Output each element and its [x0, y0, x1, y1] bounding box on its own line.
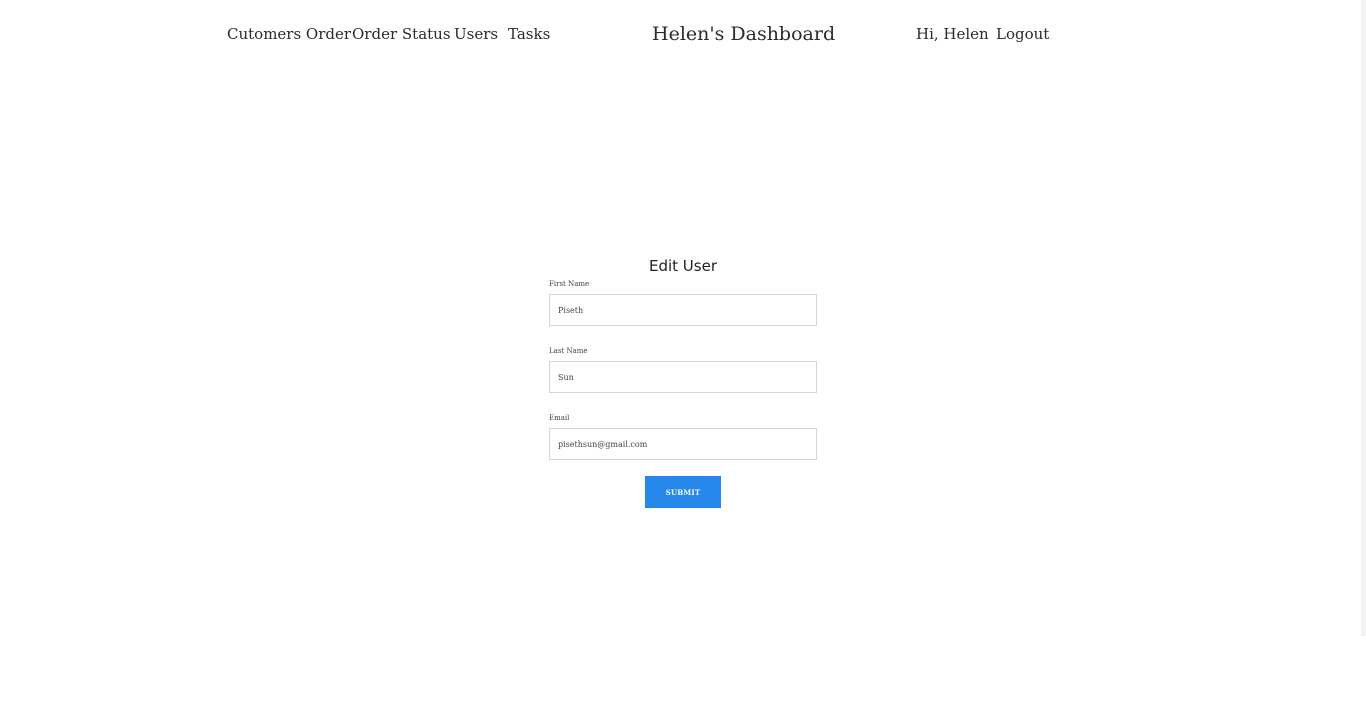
nav-link-users[interactable]: Users [454, 22, 498, 46]
top-navigation: Cutomers Order Order Status Users Tasks … [0, 22, 1366, 48]
email-label: Email [549, 414, 570, 422]
last-name-input[interactable] [549, 361, 817, 393]
user-greeting: Hi, Helen [916, 25, 989, 43]
page-scroll-strip [1361, 0, 1366, 636]
email-input[interactable] [549, 428, 817, 460]
nav-link-customers-order[interactable]: Cutomers Order [227, 22, 351, 46]
logout-link[interactable]: Logout [996, 22, 1049, 46]
email-field: Email [549, 414, 817, 460]
nav-link-order-status[interactable]: Order Status [352, 22, 451, 46]
nav-link-tasks[interactable]: Tasks [508, 22, 550, 46]
first-name-field: First Name [549, 280, 817, 326]
last-name-label: Last Name [549, 347, 588, 355]
edit-user-form: Edit User First Name Last Name Email SUB… [549, 253, 817, 508]
first-name-input[interactable] [549, 294, 817, 326]
last-name-field: Last Name [549, 347, 817, 393]
form-title: Edit User [648, 257, 717, 275]
first-name-label: First Name [549, 280, 590, 288]
dashboard-title: Helen's Dashboard [652, 23, 836, 45]
submit-button[interactable]: SUBMIT [645, 476, 721, 508]
